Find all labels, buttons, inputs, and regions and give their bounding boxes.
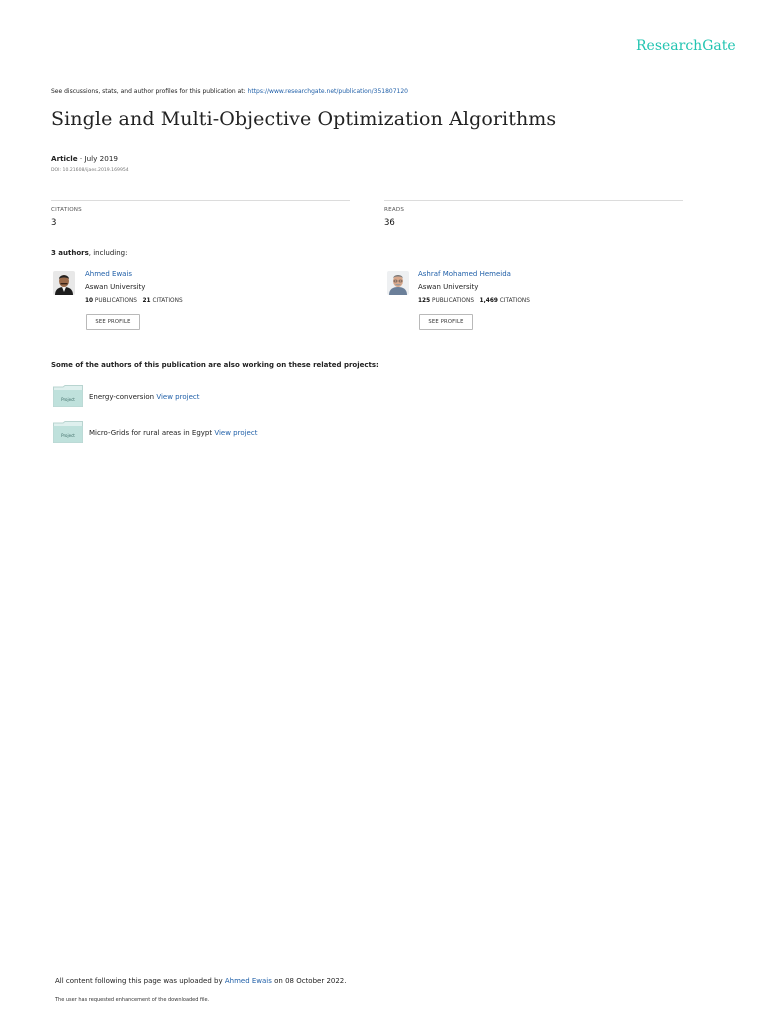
- reads-value: 36: [384, 218, 395, 228]
- author-name-link[interactable]: Ahmed Ewais: [85, 270, 132, 278]
- authors-count: 3 authors: [51, 249, 89, 257]
- author-avatar[interactable]: [387, 271, 409, 295]
- see-profile-button[interactable]: SEE PROFILE: [419, 314, 473, 330]
- author-photo-icon: [53, 271, 75, 295]
- project-item: Micro-Grids for rural areas in Egypt Vie…: [89, 429, 257, 437]
- reads-divider: [384, 200, 683, 201]
- authors-suffix: , including:: [88, 249, 128, 257]
- upload-suffix: on 08 October 2022.: [271, 977, 347, 985]
- project-icon-label: Project: [61, 397, 75, 402]
- publication-url-link[interactable]: https://www.researchgate.net/publication…: [248, 88, 408, 95]
- author-publications-label: PUBLICATIONS: [94, 298, 137, 304]
- enhancement-note: The user has requested enhancement of th…: [55, 997, 210, 1003]
- author-stats: 125 PUBLICATIONS 1,469 CITATIONS: [418, 298, 530, 304]
- project-name: Energy-conversion: [89, 393, 157, 401]
- project-folder-icon[interactable]: Project: [53, 385, 83, 407]
- publication-date: · July 2019: [77, 154, 118, 163]
- author-publications-count: 10: [85, 298, 94, 304]
- citations-value: 3: [51, 218, 57, 228]
- author-photo-icon: [387, 271, 409, 295]
- researchgate-logo[interactable]: ResearchGate: [636, 38, 736, 54]
- see-profile-button[interactable]: SEE PROFILE: [86, 314, 140, 330]
- uploader-link[interactable]: Ahmed Ewais: [225, 977, 272, 985]
- project-icon-label: Project: [61, 433, 75, 438]
- author-institution: Aswan University: [85, 283, 146, 291]
- related-projects-heading: Some of the authors of this publication …: [51, 361, 379, 369]
- publication-doi: DOI: 10.21608/ijaes.2019.169954: [51, 168, 129, 173]
- author-citations-label: CITATIONS: [499, 298, 530, 304]
- publication-meta: Article · July 2019: [51, 154, 118, 163]
- author-stats: 10 PUBLICATIONS 21 CITATIONS: [85, 298, 183, 304]
- author-citations-count: 1,469: [479, 298, 498, 304]
- discussion-line: See discussions, stats, and author profi…: [51, 88, 408, 95]
- publication-title: Single and Multi-Objective Optimization …: [51, 108, 557, 130]
- author-avatar[interactable]: [53, 271, 75, 295]
- publication-type: Article: [51, 154, 78, 163]
- citations-divider: [51, 200, 350, 201]
- author-citations-label: CITATIONS: [152, 298, 183, 304]
- reads-label: READS: [384, 207, 405, 213]
- view-project-link[interactable]: View project: [156, 393, 199, 401]
- upload-notice: All content following this page was uplo…: [55, 977, 347, 985]
- project-name: Micro-Grids for rural areas in Egypt: [89, 429, 215, 437]
- author-publications-label: PUBLICATIONS: [431, 298, 475, 304]
- author-institution: Aswan University: [418, 283, 479, 291]
- project-item: Energy-conversion View project: [89, 393, 199, 401]
- citations-label: CITATIONS: [51, 207, 82, 213]
- project-folder-icon[interactable]: Project: [53, 421, 83, 443]
- discussion-prefix: See discussions, stats, and author profi…: [51, 88, 248, 95]
- author-citations-count: 21: [142, 298, 151, 304]
- view-project-link[interactable]: View project: [214, 429, 257, 437]
- authors-heading: 3 authors, including:: [51, 249, 127, 257]
- upload-prefix: All content following this page was uplo…: [55, 977, 225, 985]
- author-name-link[interactable]: Ashraf Mohamed Hemeida: [418, 270, 511, 278]
- author-publications-count: 125: [418, 298, 431, 304]
